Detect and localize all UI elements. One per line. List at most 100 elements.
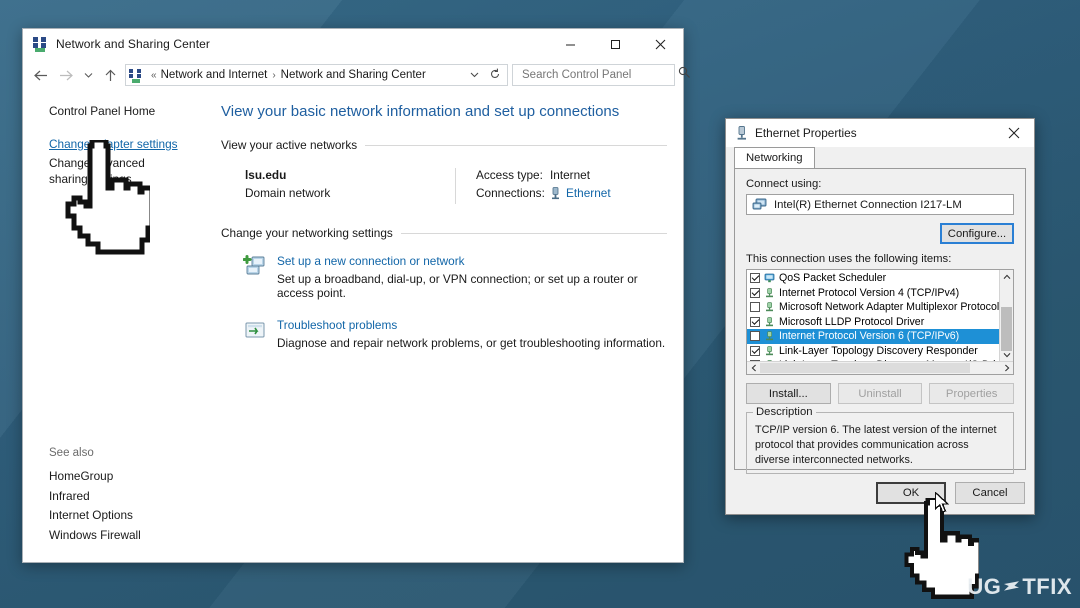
network-icon [32,36,48,52]
active-networks-heading: View your active networks [221,138,667,152]
setting-item-new-connection[interactable]: Set up a new connection or network Set u… [221,250,667,300]
watermark-text-after: TFIX [1022,574,1072,599]
control-panel-main: View your basic network information and … [211,91,683,562]
close-icon[interactable] [994,119,1034,147]
list-item-label: Microsoft LLDP Protocol Driver [779,315,925,328]
list-item[interactable]: Link-Layer Topology Discovery Responder [747,344,1013,359]
close-icon[interactable] [638,29,683,59]
scrollbar-track[interactable] [760,362,1000,374]
configure-row: Configure... [746,223,1014,244]
divider [455,168,456,204]
list-item-label: Link-Layer Topology Discovery Responder [779,344,978,357]
network-items-listbox[interactable]: QoS Packet Scheduler Internet Protocol V… [746,269,1014,375]
ethernet-icon [550,186,561,200]
address-bar[interactable]: « Network and Internet › Network and Sha… [125,64,508,86]
active-networks-heading-text: View your active networks [221,138,358,152]
description-text: TCP/IP version 6. The latest version of … [755,424,997,467]
checkbox-checked[interactable] [750,345,760,356]
list-item-selected[interactable]: Internet Protocol Version 6 (TCP/IPv6) [747,329,1013,344]
protocol-icon [764,346,775,356]
back-arrow-icon[interactable] [27,62,53,88]
search-input[interactable] [520,68,678,82]
arrow-pointer-cursor [934,491,950,519]
search-icon[interactable] [678,66,691,84]
scrollbar-track[interactable] [1000,283,1013,351]
refresh-icon[interactable] [485,68,505,83]
chevron-up-icon[interactable] [1000,270,1013,283]
connect-using-label: Connect using: [746,178,822,190]
breadcrumb-separator: › [272,69,276,81]
qos-icon [764,273,775,283]
networking-tab-panel: Connect using: Intel(R) Ethernet Connect… [734,168,1026,474]
connections-label: Connections: [476,186,545,200]
maximize-icon[interactable] [593,29,638,59]
list-item[interactable]: QoS Packet Scheduler [747,271,1013,286]
configure-button[interactable]: Configure... [940,223,1014,244]
install-button[interactable]: Install... [746,383,831,404]
breadcrumb-item-network-and-sharing-center[interactable]: Network and Sharing Center [281,69,426,81]
network-icon [129,68,144,83]
scrollbar-thumb[interactable] [760,363,970,373]
adapter-name: Intel(R) Ethernet Connection I217-LM [774,198,962,211]
list-item[interactable]: Microsoft Network Adapter Multiplexor Pr… [747,300,1013,315]
connection-link-ethernet[interactable]: Ethernet [566,186,611,200]
adapter-field[interactable]: Intel(R) Ethernet Connection I217-LM [746,194,1014,215]
network-items-list: QoS Packet Scheduler Internet Protocol V… [747,270,1013,374]
list-item[interactable]: Internet Protocol Version 4 (TCP/IPv4) [747,286,1013,301]
list-item-label: Internet Protocol Version 6 (TCP/IPv6) [779,330,960,343]
access-type-row: Access type: Internet [476,168,611,182]
minimize-icon[interactable] [548,29,593,59]
scrollbar-thumb[interactable] [1001,307,1012,351]
setting-item-desc: Set up a broadband, dial-up, or VPN conn… [277,272,638,300]
see-also-heading: See also [49,446,94,459]
up-arrow-icon[interactable] [97,62,123,88]
search-box[interactable] [512,64,690,86]
watermark-mark-icon [1002,578,1021,597]
items-label: This connection uses the following items… [746,253,952,265]
checkbox-checked[interactable] [750,287,760,298]
access-type-label: Access type: [476,168,543,182]
forward-arrow-icon[interactable] [53,62,79,88]
vertical-scrollbar[interactable] [999,270,1013,361]
checkbox-checked[interactable] [750,273,760,284]
horizontal-scrollbar[interactable] [747,361,1013,374]
description-legend: Description [753,406,816,418]
see-also-item-homegroup[interactable]: HomeGroup [23,467,211,487]
checkbox-unchecked[interactable] [750,331,760,342]
chevron-right-icon[interactable] [1000,362,1013,374]
recent-locations-chevron-down-icon[interactable] [79,62,97,88]
list-item-label: Microsoft Network Adapter Multiplexor Pr… [779,301,1000,314]
change-settings-heading: Change your networking settings [221,226,667,240]
setting-item-troubleshoot[interactable]: Troubleshoot problems Diagnose and repai… [221,314,667,350]
navigation-bar: « Network and Internet › Network and Sha… [23,59,690,91]
active-network-entry: lsu.edu Domain network Access type: Inte… [221,162,667,214]
watermark-text-before: UG [967,574,1002,599]
chevron-left-icon[interactable] [747,362,760,374]
list-item[interactable]: Microsoft LLDP Protocol Driver [747,315,1013,330]
setting-item-title[interactable]: Set up a new connection or network [277,254,667,268]
item-action-buttons: Install... Uninstall Properties [746,383,1015,404]
see-also-item-infrared[interactable]: Infrared [23,487,211,507]
breadcrumb-prefix: « [151,69,157,81]
protocol-icon [764,288,775,298]
page-title: View your basic network information and … [221,103,620,120]
see-also-section: See also HomeGroup Infrared Internet Opt… [23,447,211,546]
see-also-item-internet-options[interactable]: Internet Options [23,506,211,526]
window-controls [548,29,683,59]
setting-item-text: Set up a new connection or network Set u… [277,254,667,300]
tab-networking[interactable]: Networking [734,147,815,168]
network-name: lsu.edu [245,168,287,182]
ugetfix-watermark: UG TFIX [967,574,1072,600]
list-item-label: Internet Protocol Version 4 (TCP/IPv4) [779,286,960,299]
address-chevron-down-icon[interactable] [464,70,485,80]
sidebar-item-control-panel-home[interactable]: Control Panel Home [23,103,211,120]
breadcrumb-item-network-and-internet[interactable]: Network and Internet [161,69,268,81]
checkbox-checked[interactable] [750,316,760,327]
network-sharing-center-window: Network and Sharing Center « Network and… [22,28,690,563]
protocol-icon [764,317,775,327]
checkbox-unchecked[interactable] [750,302,760,313]
see-also-item-windows-firewall[interactable]: Windows Firewall [23,526,211,546]
setting-item-title[interactable]: Troubleshoot problems [277,318,665,332]
properties-button: Properties [929,383,1015,404]
access-type-value: Internet [550,168,591,182]
